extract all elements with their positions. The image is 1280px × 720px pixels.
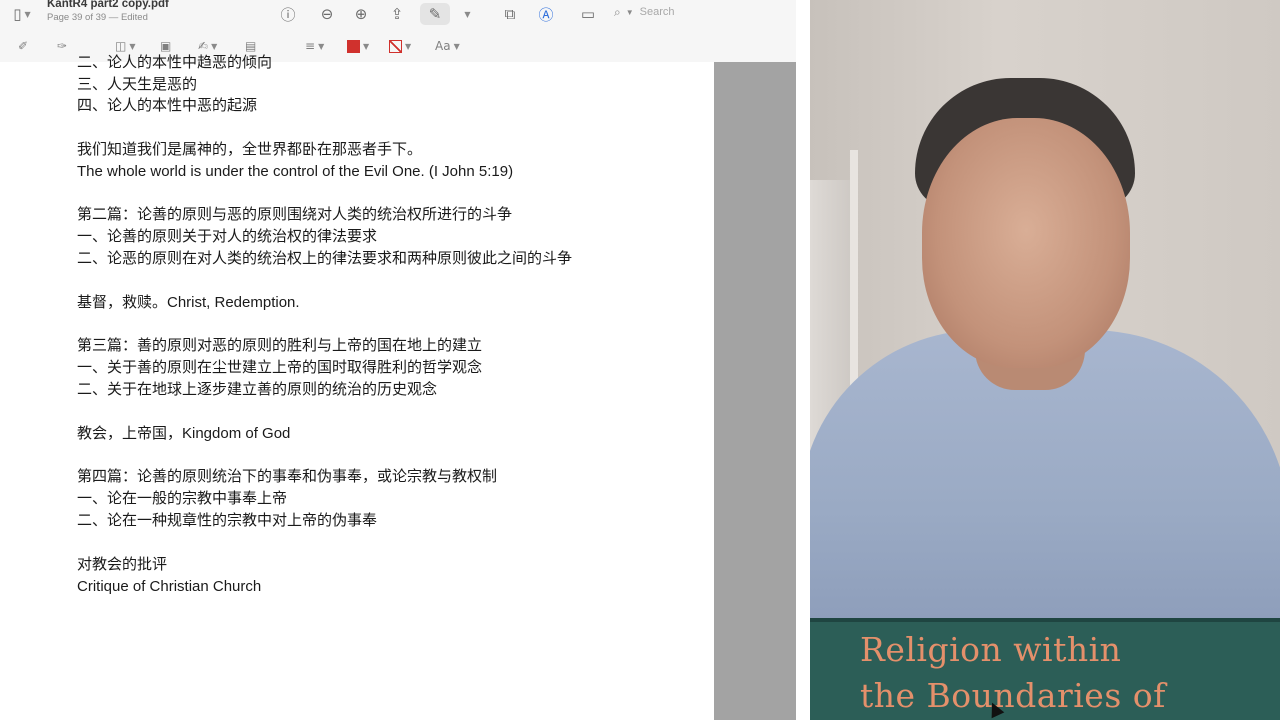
text-line: 二、关于在地球上逐步建立善的原则的统治的历史观念 xyxy=(77,381,438,398)
text-box-icon: ▣ xyxy=(160,39,172,53)
webcam-feed: Religion within the Boundaries of xyxy=(810,0,1280,720)
text-style-icon: Aa xyxy=(435,39,451,53)
info-icon: ⓘ xyxy=(280,5,296,24)
text-box-button[interactable]: ▣ xyxy=(160,37,171,55)
zoom-out-icon: ⊖ xyxy=(320,5,334,23)
chevron-down-icon: ▼ xyxy=(625,7,634,17)
book-title-line2: the Boundaries of xyxy=(860,676,1166,715)
rotate-icon: ⧉ xyxy=(504,5,516,23)
text-selection-icon: ✐ xyxy=(18,39,29,53)
pdf-page: 二、论人的本性中趋恶的倾向 三、人天生是恶的 四、论人的本性中恶的起源 我们知道… xyxy=(0,54,714,720)
chevron-down-icon: ▼ xyxy=(24,9,31,19)
document-title: KantR4 part2 copy.pdf xyxy=(47,0,169,10)
viewer-background xyxy=(714,62,796,720)
border-color-button[interactable]: ▼ xyxy=(347,37,369,55)
text-line: 三、人天生是恶的 xyxy=(77,76,198,93)
toolbar-top: ▯ ▼ KantR4 part2 copy.pdf Page 39 of 39 —… xyxy=(0,0,796,30)
search-placeholder: Search xyxy=(639,6,675,18)
text-line: 第二篇：论善的原则与恶的原则围绕对人类的统治权所进行的斗争 xyxy=(77,206,513,223)
chevron-down-icon: ▼ xyxy=(405,41,412,51)
chevron-down-icon: ▼ xyxy=(363,41,370,51)
note-button[interactable]: ▤ xyxy=(245,37,256,55)
book-title-line1: Religion within xyxy=(860,630,1122,669)
rotate-button[interactable]: ⧉ xyxy=(499,3,521,25)
shapes-icon: ◫ xyxy=(115,39,127,53)
text-line: 一、论在一般的宗教中事奉上帝 xyxy=(77,490,288,507)
note-icon: ▤ xyxy=(245,39,257,53)
chevron-down-icon: ▼ xyxy=(453,41,460,51)
chevron-down-icon: ▼ xyxy=(318,41,325,51)
text-line: 我们知道我们是属神的，全世界都卧在那恶者手下。 xyxy=(77,141,423,158)
text-line: 二、论在一种规章性的宗教中对上帝的伪事奉 xyxy=(77,512,378,529)
highlight-pen-icon: ✎ xyxy=(428,5,442,23)
zoom-out-button[interactable]: ⊖ xyxy=(316,3,338,25)
text-line: 基督，救赎。Christ, Redemption. xyxy=(77,294,300,311)
document-subtitle: Page 39 of 39 — Edited xyxy=(47,12,148,23)
text-style-button[interactable]: Aa ▼ xyxy=(435,37,460,55)
highlight-button[interactable]: ✎ xyxy=(420,3,450,25)
share-button[interactable]: ⇪ xyxy=(386,3,408,25)
text-line: The whole world is under the control of … xyxy=(77,163,514,180)
border-color-icon xyxy=(347,39,360,53)
annotate-form-icon: ▭ xyxy=(580,5,596,23)
chevron-down-icon: ▼ xyxy=(129,41,136,51)
markup-button[interactable]: Ⓐ xyxy=(535,3,557,25)
text-line: Critique of Christian Church xyxy=(77,578,262,595)
text-line: 教会，上帝国，Kingdom of God xyxy=(77,425,291,442)
text-line: 一、关于善的原则在尘世建立上帝的国时取得胜利的哲学观念 xyxy=(77,359,483,376)
pdf-viewer-window: ▯ ▼ KantR4 part2 copy.pdf Page 39 of 39 —… xyxy=(0,0,796,720)
chevron-down-icon: ▼ xyxy=(211,41,218,51)
signature-button[interactable]: ✍ ▼ xyxy=(198,37,217,55)
sketch-button[interactable]: ✑ xyxy=(57,37,67,55)
text-line: 第四篇：论善的原则统治下的事奉和伪事奉，或论宗教与教权制 xyxy=(77,468,498,485)
sidebar-icon: ▯ xyxy=(13,5,22,23)
fill-color-icon xyxy=(389,39,402,53)
share-icon: ⇪ xyxy=(390,5,404,23)
text-line: 四、论人的本性中恶的起源 xyxy=(77,97,258,114)
chevron-down-icon: ▼ xyxy=(464,9,471,19)
signature-icon: ✍ xyxy=(198,39,209,53)
zoom-in-icon: ⊕ xyxy=(354,5,368,23)
text-selection-button[interactable]: ✐ xyxy=(18,37,28,55)
shapes-button[interactable]: ◫ ▼ xyxy=(115,37,136,55)
text-line: 对教会的批评 xyxy=(77,556,168,573)
sidebar-toggle-button[interactable]: ▯ ▼ xyxy=(4,3,40,25)
text-line: 二、论人的本性中趋恶的倾向 xyxy=(77,54,273,71)
text-line: 第三篇：善的原则对恶的原则的胜利与上帝的国在地上的建立 xyxy=(77,337,483,354)
line-style-icon: ≡ xyxy=(305,39,316,53)
zoom-in-button[interactable]: ⊕ xyxy=(350,3,372,25)
info-button[interactable]: ⓘ xyxy=(277,3,299,25)
search-icon: ⌕ xyxy=(614,4,621,19)
markup-icon: Ⓐ xyxy=(538,5,554,24)
highlight-menu-button[interactable]: ▼ xyxy=(458,3,474,25)
speaker-face xyxy=(922,118,1130,368)
fill-color-button[interactable]: ▼ xyxy=(389,37,411,55)
sketch-icon: ✑ xyxy=(57,39,68,53)
line-style-button[interactable]: ≡ ▼ xyxy=(305,37,324,55)
text-line: 二、论恶的原则在对人类的统治权上的律法要求和两种原则彼此之间的斗争 xyxy=(77,250,573,267)
text-line: 一、论善的原则关于对人的统治权的律法要求 xyxy=(77,228,378,245)
search-field[interactable]: ⌕ ▼ Search xyxy=(614,2,784,22)
annotate-form-button[interactable]: ▭ xyxy=(575,3,601,25)
screen-divider xyxy=(796,0,810,720)
